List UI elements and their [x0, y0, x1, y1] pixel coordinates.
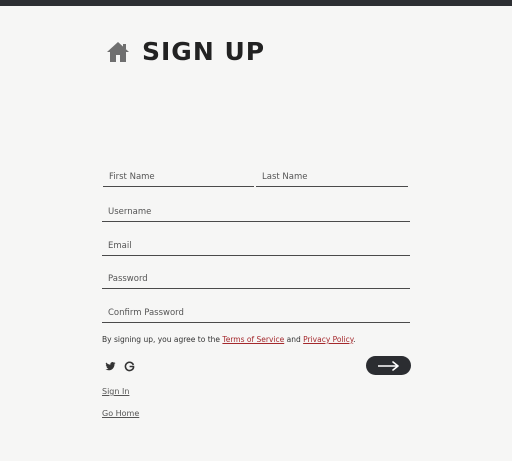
home-icon — [107, 42, 129, 62]
password-input[interactable] — [108, 270, 408, 288]
terms-agreement: By signing up, you agree to the Terms of… — [102, 335, 356, 344]
privacy-policy-link[interactable]: Privacy Policy — [303, 335, 353, 344]
confirm-password-field — [102, 304, 410, 323]
last-name-input[interactable] — [262, 168, 406, 186]
agreement-middle: and — [284, 335, 304, 344]
password-field — [102, 270, 410, 289]
page-title: SIGN UP — [142, 37, 266, 66]
arrow-right-icon — [377, 360, 399, 371]
last-name-field — [256, 168, 408, 187]
email-field — [102, 237, 410, 256]
first-name-field — [103, 168, 254, 187]
sign-in-link[interactable]: Sign In — [102, 387, 129, 396]
top-bar — [0, 0, 512, 6]
terms-of-service-link[interactable]: Terms of Service — [222, 335, 284, 344]
page-header: SIGN UP — [106, 36, 265, 68]
first-name-input[interactable] — [109, 168, 252, 186]
username-input[interactable] — [108, 203, 408, 221]
agreement-prefix: By signing up, you agree to the — [102, 335, 223, 344]
twitter-icon[interactable] — [105, 361, 116, 372]
submit-button[interactable] — [366, 356, 411, 375]
agreement-suffix: . — [353, 335, 356, 344]
google-icon[interactable] — [124, 361, 135, 372]
go-home-link[interactable]: Go Home — [102, 409, 139, 418]
confirm-password-input[interactable] — [108, 304, 408, 322]
email-input[interactable] — [108, 237, 408, 255]
username-field — [102, 203, 410, 222]
